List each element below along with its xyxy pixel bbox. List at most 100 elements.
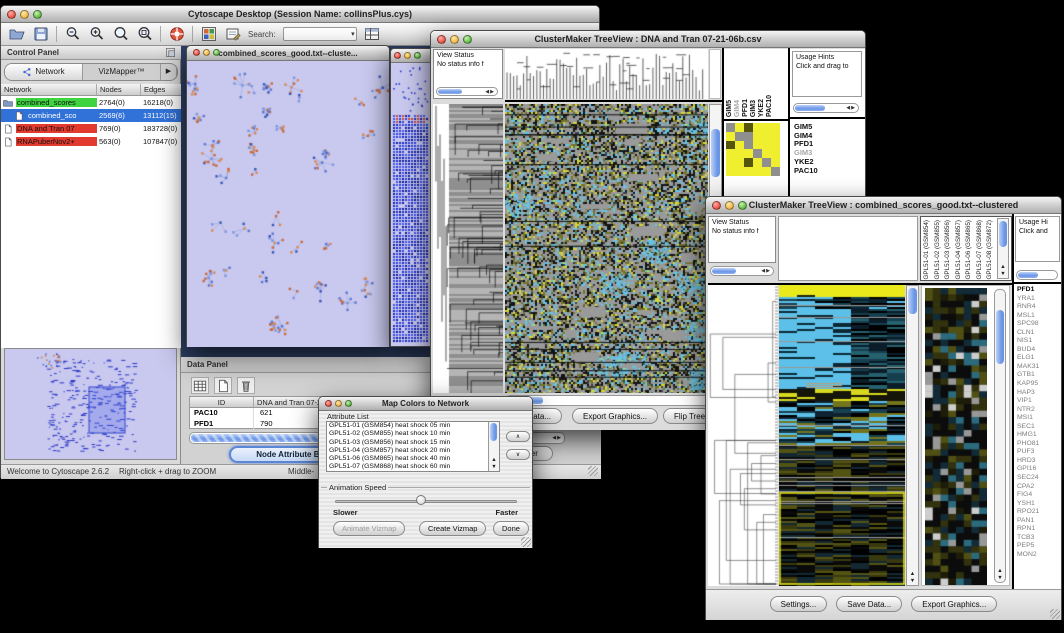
view-status-scrollbar[interactable]: ◀▶ [436,87,498,96]
close-button[interactable] [193,49,200,56]
gene-label[interactable]: PEP5 [1017,542,1039,551]
column-header-nodes[interactable]: Nodes [97,84,141,95]
dense-window-title-bar[interactable] [391,49,431,63]
scrollbar-thumb[interactable] [1018,272,1038,278]
heatmap-hscrollbar[interactable]: ◀▶ [505,395,722,406]
minimize-button[interactable] [203,49,210,56]
maximize-button[interactable] [463,35,472,44]
gene-label[interactable]: PFD1 [1017,286,1039,295]
column-dendrogram-canvas[interactable] [505,49,708,99]
treeview2-title-bar[interactable]: ClusterMaker TreeView : combined_scores_… [706,197,1061,214]
correlation-matrix[interactable] [726,123,780,176]
search-input[interactable]: ▾ [283,27,357,41]
gene-label[interactable]: PAN1 [1017,517,1039,526]
close-button[interactable] [394,52,401,59]
scrollbar-arrows[interactable]: ▲▼ [995,568,1005,581]
scrollbar-arrows[interactable]: ▲▼ [998,264,1008,277]
done-button[interactable]: Done [493,521,529,536]
tabs-overflow-button[interactable]: ▶ [161,64,177,80]
network-list-row[interactable]: combined_scores2764(0)16218(0) [1,96,181,109]
save-icon[interactable] [32,26,49,43]
attribute-table-icon[interactable] [364,26,381,43]
usage-hints-scrollbar[interactable]: ◀▶ [793,103,859,113]
create-vizmap-button[interactable]: Create Vizmap [419,521,486,536]
scrollbar-thumb[interactable] [999,221,1007,247]
main-title-bar[interactable]: Cytoscape Desktop (Session Name: collins… [1,6,599,23]
annotation-icon[interactable] [224,26,241,43]
move-down-button[interactable]: ∨ [506,449,530,460]
scrollbar-thumb[interactable] [438,89,462,94]
attribute-item[interactable]: GPL51-03 (GSM856) heat shock 15 min [327,439,499,447]
column-header-network[interactable]: Network [1,84,97,95]
help-icon[interactable] [168,26,185,43]
close-button[interactable] [437,35,446,44]
gene-label[interactable]: PUF3 [1017,448,1039,457]
treeview1-title-bar[interactable]: ClusterMaker TreeView : DNA and Tran 07-… [431,31,865,48]
gene-label[interactable]: PAC10 [794,167,818,176]
minimize-button[interactable] [725,201,734,210]
gene-label[interactable]: KAP95 [1017,380,1039,389]
network-view-title-bar[interactable]: combined_scores_good.txt--cluste... [187,46,389,61]
table-icon[interactable] [191,377,209,394]
attribute-item[interactable]: GPL51-07 (GSM868) heat shock 60 min [327,463,499,471]
float-panel-icon[interactable] [165,47,177,59]
resize-grip[interactable] [1050,609,1060,619]
minimize-button[interactable] [404,52,411,59]
scrollbar-arrows[interactable]: ◀▶ [761,267,771,275]
minimize-button[interactable] [20,10,29,19]
heatmap-canvas[interactable] [505,104,708,393]
animate-vizmap-button[interactable]: Animate Vizmap [333,521,405,536]
resize-grip[interactable] [588,466,598,476]
speed-slider-thumb[interactable] [416,495,426,505]
resize-grip[interactable] [521,537,531,547]
maximize-button[interactable] [738,201,747,210]
scrollbar-arrows[interactable]: ▲▼ [489,457,499,470]
gene-label[interactable]: YRA1 [1017,295,1039,304]
network-list-row[interactable]: DNA and Tran 07769(0)183728(0) [1,122,181,135]
gene-label[interactable]: TCB3 [1017,534,1039,543]
column-dendrogram-area[interactable] [778,216,918,281]
network-list-row[interactable]: RNAPuberNov2+563(0)107847(0) [1,135,181,148]
chevron-down-icon[interactable]: ▾ [351,28,355,41]
move-up-button[interactable]: ∧ [506,431,530,442]
gene-label[interactable]: FIG4 [1017,491,1039,500]
trash-icon[interactable] [237,377,255,394]
vizmapper-icon[interactable] [200,26,217,43]
row-dendrogram-canvas[interactable] [433,104,503,393]
scrollbar-thumb[interactable] [996,310,1004,364]
zoom-fit-icon[interactable] [136,26,153,43]
id-column-header[interactable]: ID [190,397,254,407]
gene-label[interactable]: MSI1 [1017,414,1039,423]
detail-heatmap-canvas[interactable] [925,288,987,585]
scrollbar-arrows[interactable]: ◀▶ [552,433,562,443]
attribute-list-vscrollbar[interactable]: ▲▼ [488,422,499,471]
attribute-item[interactable]: GPL51-04 (GSM857) heat shock 20 min [327,447,499,455]
settings-button[interactable]: Settings... [770,596,828,612]
maximize-button[interactable] [345,400,352,407]
gene-label[interactable]: PHO81 [1017,440,1039,449]
gene-label[interactable]: NTR2 [1017,406,1039,415]
open-folder-icon[interactable] [8,26,25,43]
minimize-button[interactable] [450,35,459,44]
global-heatmap-vscrollbar[interactable]: ▲▼ [906,285,919,586]
save-data-button[interactable]: Save Data... [836,596,902,612]
close-button[interactable] [7,10,16,19]
network-overview-canvas[interactable] [5,349,176,459]
gene-label[interactable]: HAP3 [1017,389,1039,398]
gene-label[interactable]: RPN1 [1017,525,1039,534]
scrollbar-thumb[interactable] [711,129,720,177]
gene-label[interactable]: NIS1 [1017,337,1039,346]
scrollbar-arrows[interactable]: ◀▶ [846,104,856,112]
attribute-item[interactable]: GPL51-01 (GSM854) heat shock 05 min [327,422,499,430]
scrollbar-thumb[interactable] [908,288,917,314]
zoom-out-icon[interactable] [64,26,81,43]
attribute-item[interactable]: GPL51-06 (GSM865) heat shock 40 min [327,455,499,463]
close-button[interactable] [712,201,721,210]
dialog-title-bar[interactable]: Map Colors to Network [319,397,532,411]
scrollbar-arrows[interactable]: ◀▶ [485,88,495,96]
export-graphics-button[interactable]: Export Graphics... [572,408,658,424]
close-button[interactable] [325,400,332,407]
tab-vizmapper[interactable]: VizMapper™ [83,64,161,80]
gene-label[interactable]: HMG1 [1017,431,1039,440]
gene-label[interactable]: ELG1 [1017,354,1039,363]
